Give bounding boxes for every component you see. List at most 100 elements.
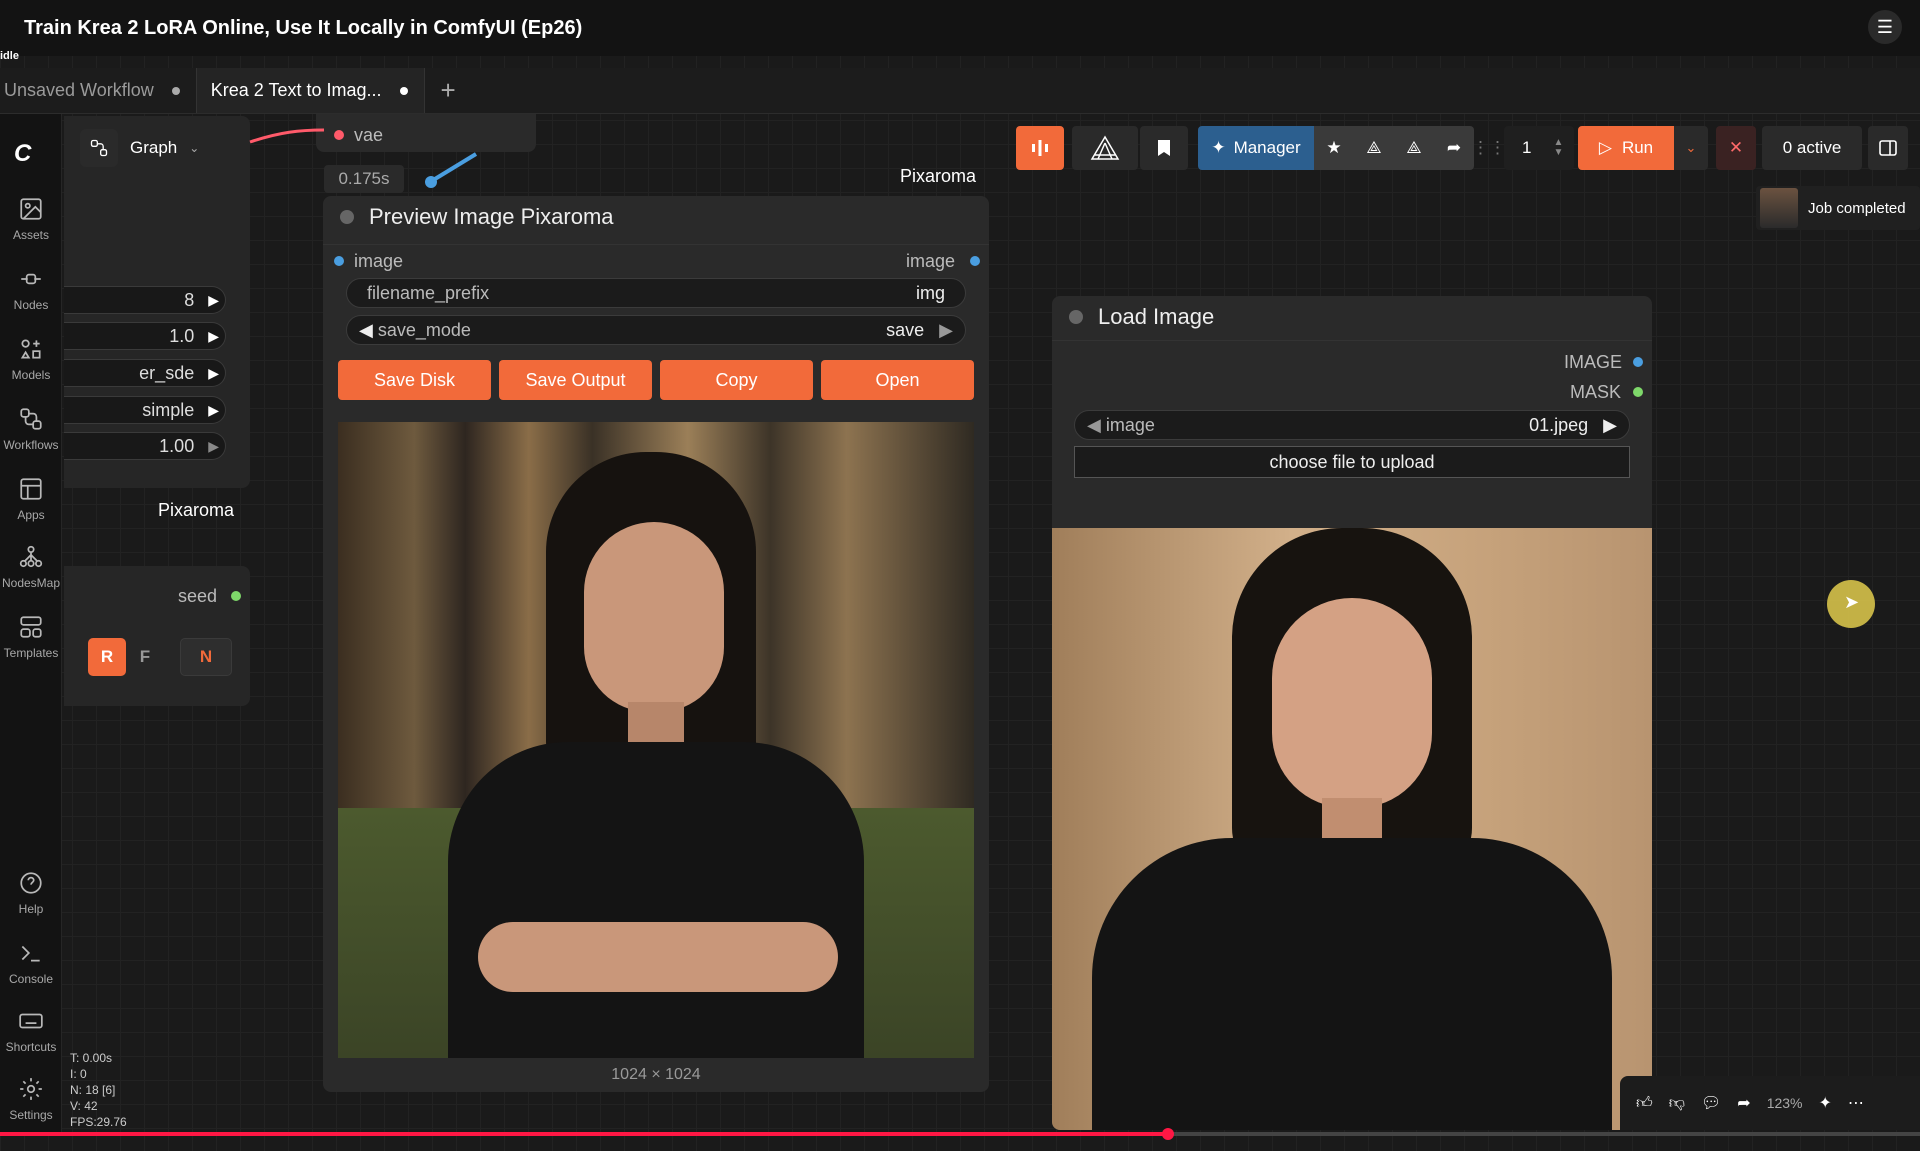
increment-arrow-icon[interactable]: ▶ [208,292,219,309]
job-completed-toast[interactable]: Job completed [1756,186,1920,230]
sidebar-item-help[interactable]: Help [0,870,62,916]
comment-icon[interactable]: 💬︎ [1701,1093,1721,1113]
chevron-right-icon[interactable]: ▶ [1603,415,1617,435]
scheduler-widget[interactable]: simple ▶ [64,396,226,424]
perf-stats: T: 0.00s I: 0 N: 18 [6] V: 42 FPS:29.76 [70,1051,127,1129]
video-progress-bar[interactable] [0,1128,1920,1140]
output-label: image [906,251,956,271]
run-button[interactable]: ▷ Run [1578,126,1674,170]
denoise-widget[interactable]: 1.00 ▶ [64,432,226,460]
gear-icon [20,1078,42,1100]
open-button[interactable]: Open [821,360,974,400]
increment-arrow-icon[interactable]: ▶ [208,402,219,419]
image-output-socket[interactable] [1633,357,1643,367]
output-label: MASK [1570,382,1622,402]
preview-image [338,422,974,1058]
group-label: Pixaroma [900,166,977,186]
workflow-icon [20,408,42,430]
progress-fill [0,1132,1168,1136]
sidebar-item-workflows[interactable]: Workflows [0,406,62,452]
bars-icon[interactable] [1016,126,1064,170]
chevron-left-icon[interactable]: ◀ [1087,415,1101,435]
seed-node[interactable] [64,566,250,706]
fixed-button[interactable]: F [128,638,162,676]
share-icon[interactable]: ➦ [1737,1093,1750,1113]
panel-toggle-icon[interactable] [1868,126,1908,170]
cfg-widget[interactable]: 1.0 ▶ [64,322,226,350]
sparkle-icon[interactable]: ✦ [1819,1093,1832,1113]
toolbar: ✦ Manager ★ ⟁ ⟁ ➦ ⋮⋮ 1 ▲ ▼ ▷ Run ⌄ ✕ 0 acti… [1016,126,1908,170]
nodesmap-icon [19,545,43,568]
keyboard-icon [19,1013,43,1029]
sidebar-item-nodesmap[interactable]: NodesMap [0,544,62,590]
save-disk-button[interactable]: Save Disk [338,360,491,400]
loaded-image [1052,528,1652,1130]
progress-knob[interactable] [1162,1128,1174,1140]
sidebar-item-shortcuts[interactable]: Shortcuts [0,1008,62,1054]
chevron-right-icon[interactable]: ▶ [939,320,953,340]
comfyui-workspace: { "video": { "title": "Train Krea 2 LoRA… [0,0,1920,1151]
sidebar-item-assets[interactable]: Assets [0,196,62,242]
nodes-icon [21,273,41,285]
pixaroma-logo-icon[interactable] [1072,126,1138,170]
manager-button[interactable]: ✦ Manager [1198,126,1314,170]
image-output-socket[interactable] [970,256,980,266]
steps-widget[interactable]: 8 ▶ [64,286,226,314]
randomize-button[interactable]: R [88,638,126,676]
queue-menu-icon[interactable]: ☰ [1868,10,1902,44]
new-seed-button[interactable]: N [180,638,232,676]
chevron-left-icon[interactable]: ◀ [359,320,373,340]
drag-handle-icon[interactable]: ⋮⋮ [1472,126,1506,170]
sidebar-item-settings[interactable]: Settings [0,1076,62,1122]
load-image-node[interactable]: Load Image IMAGE MASK ◀ image 01.jpeg ▶ … [1052,296,1652,1130]
batch-count-input[interactable]: 1 ▲ ▼ [1504,126,1574,170]
more-icon[interactable]: ⋯ [1848,1093,1864,1113]
filename-prefix-field[interactable]: filename_prefix img [346,278,966,308]
image-dimensions: 1024 × 1024 [611,1066,701,1083]
image-combo[interactable]: ◀ image 01.jpeg ▶ [1074,410,1630,440]
save-mode-combo[interactable]: ◀ save_mode save ▶ [346,315,966,345]
puzzle-icon: ✦ [1211,138,1226,157]
active-queue-button[interactable]: 0 active [1762,126,1862,170]
increment-arrow-icon[interactable]: ▶ [208,328,219,345]
increment-arrow-icon[interactable]: ▶ [208,438,219,455]
sidebar-item-templates[interactable]: Templates [0,614,62,660]
sidebar-item-apps[interactable]: Apps [0,476,62,522]
cancel-icon[interactable]: ✕ [1716,126,1756,170]
node-collapse-dot[interactable] [340,210,354,224]
model-manager-icon[interactable]: ⟁ [1394,126,1434,170]
node-title: Preview Image Pixaroma [369,204,614,229]
sidebar-item-models[interactable]: Models [0,336,62,382]
upload-button[interactable]: choose file to upload [1074,446,1630,478]
sidebar-item-nodes[interactable]: Nodes [0,266,62,312]
image-input-socket[interactable] [334,256,344,266]
input-label: image [354,251,404,271]
mouse-pointer-icon: ➤ [1844,592,1860,612]
save-output-button[interactable]: Save Output [499,360,652,400]
copy-button[interactable]: Copy [660,360,813,400]
seed-socket[interactable] [231,591,241,601]
thumbs-up-icon[interactable]: 👍︎ [1636,1094,1653,1113]
seed-label: seed [178,586,218,606]
output-label: IMAGE [1564,352,1623,372]
play-icon: ▷ [1598,138,1612,157]
group-label: Pixaroma [158,500,235,520]
increment-arrow-icon[interactable]: ▶ [208,365,219,382]
star-icon[interactable]: ★ [1314,126,1354,170]
node-collapse-dot[interactable] [1069,310,1083,324]
help-icon [20,872,42,894]
bookmark-icon[interactable] [1140,126,1188,170]
sampler-widget[interactable]: er_sde ▶ [64,359,226,387]
model-download-icon[interactable]: ⟁ [1354,126,1394,170]
mask-output-socket[interactable] [1633,387,1643,397]
run-options-chevron-icon[interactable]: ⌄ [1674,126,1708,170]
job-thumbnail [1760,188,1798,228]
models-icon [20,339,41,359]
timing-badge: 0.175s [324,165,404,193]
stepper-icon[interactable]: ▲ ▼ [1553,138,1563,158]
sidebar-item-console[interactable]: Console [0,940,62,986]
share-icon[interactable]: ➦ [1434,126,1474,170]
thumbs-down-icon[interactable]: 👎︎ [1669,1094,1685,1113]
zoom-level[interactable]: 123% [1767,1095,1803,1111]
apps-icon [20,478,42,500]
